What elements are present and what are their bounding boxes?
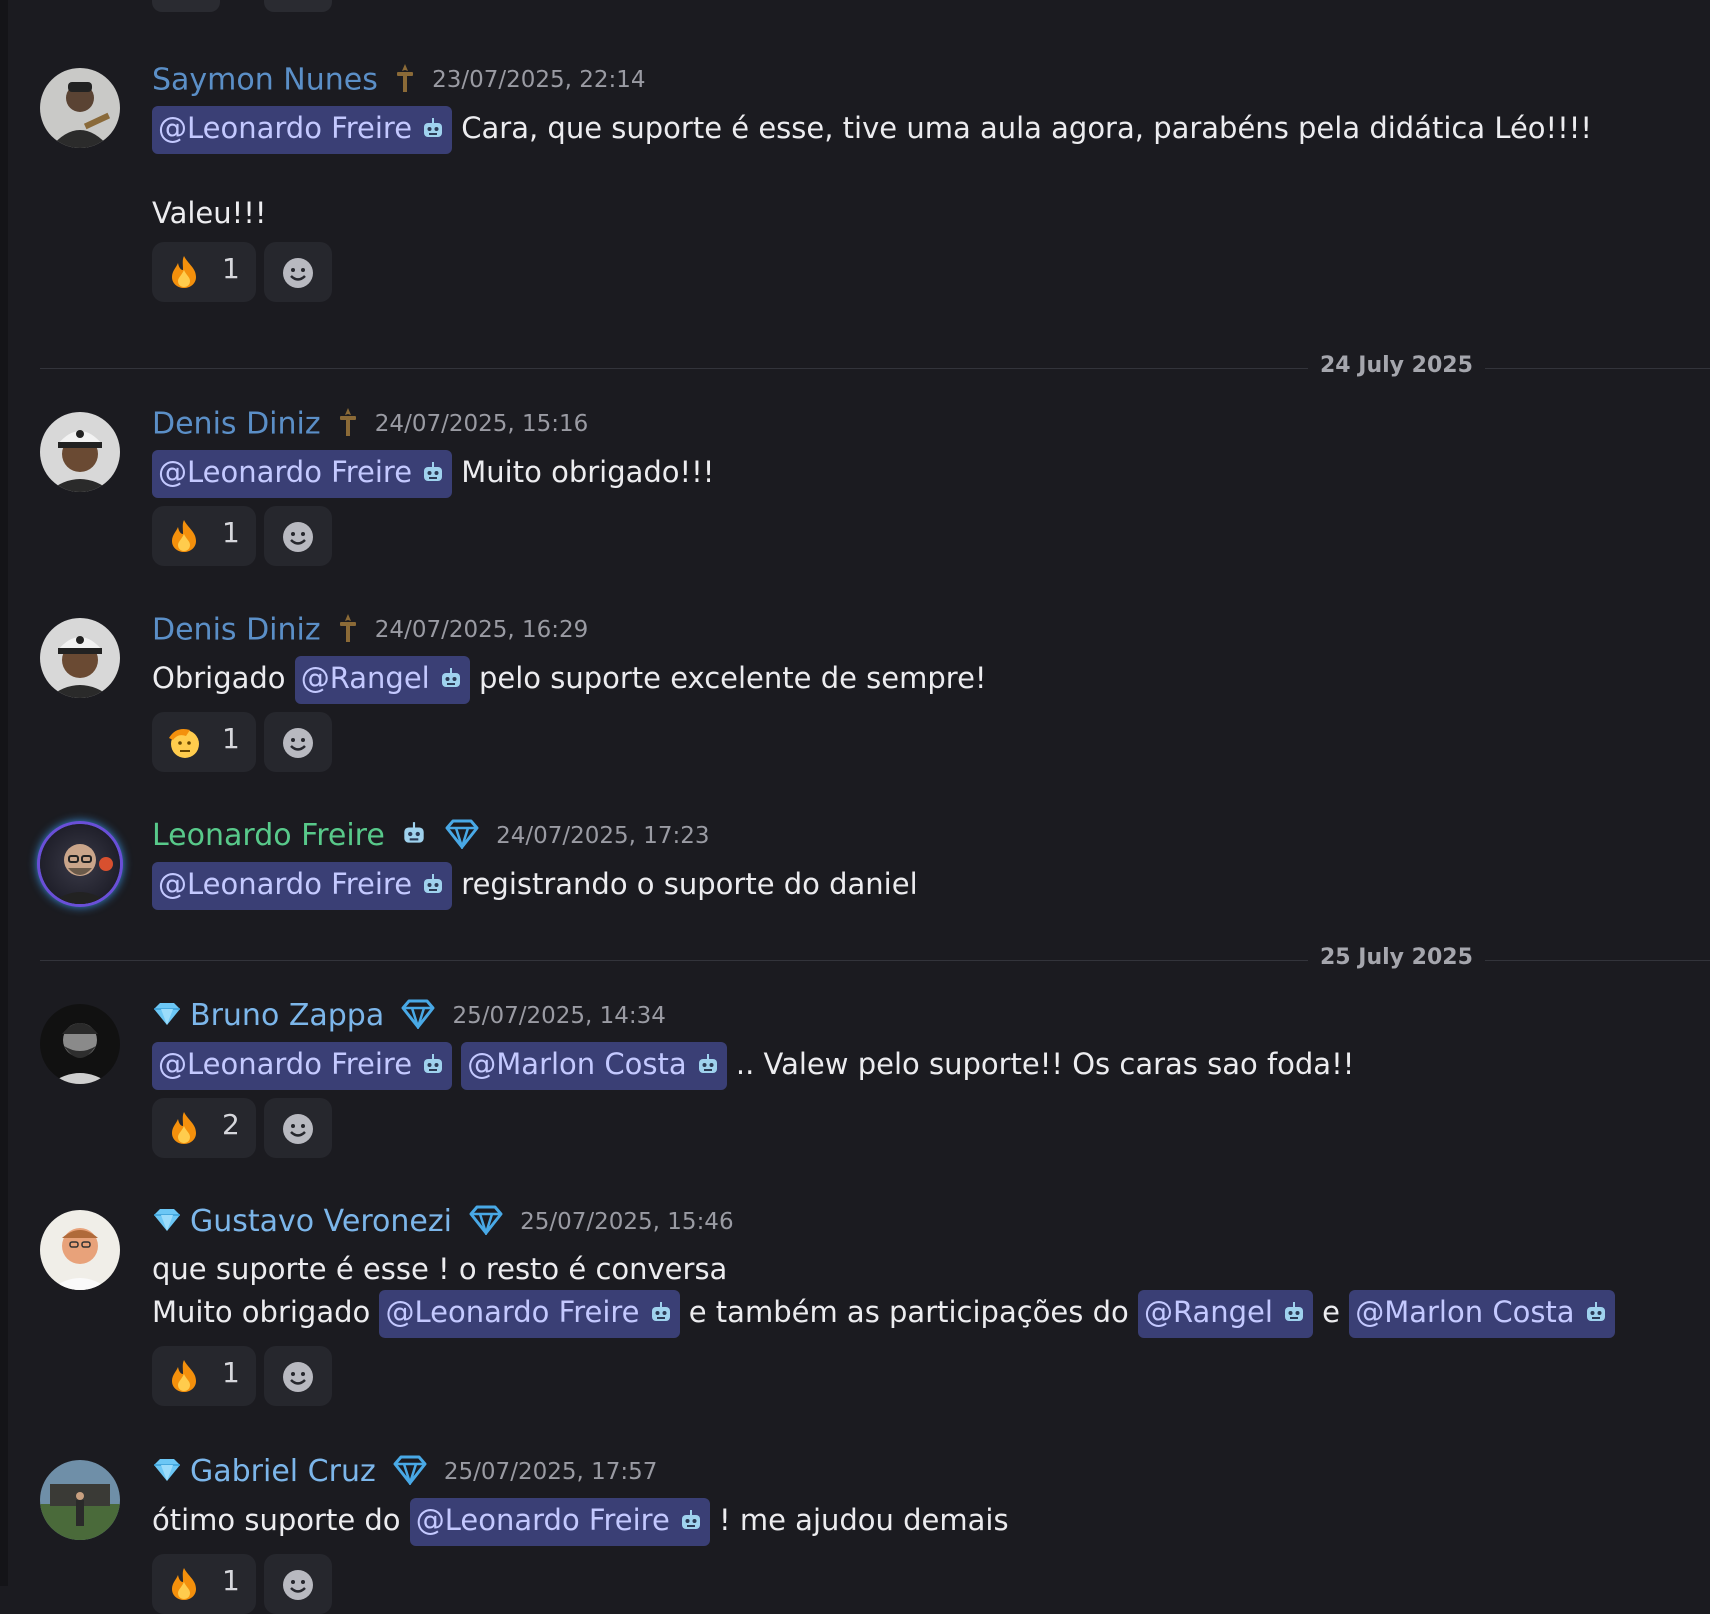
message-line: Obrigado @Rangel pelo suporte excelente …	[152, 656, 1670, 704]
author-name[interactable]: Denis Diniz	[152, 407, 321, 442]
reactions: 1	[152, 1346, 1670, 1406]
reactions: 1	[152, 242, 1670, 302]
left-edge	[0, 0, 8, 1586]
robot-icon	[438, 662, 464, 702]
author-name[interactable]: Gabriel Cruz	[190, 1454, 376, 1489]
reaction-fire[interactable]: 1	[152, 1346, 256, 1406]
smiley-icon	[281, 1360, 315, 1398]
author-name[interactable]: Gustavo Veronezi	[190, 1204, 452, 1239]
reactions: 1	[152, 712, 1670, 772]
reaction-salute[interactable]: 1	[152, 712, 256, 772]
reactions: 1	[152, 506, 1670, 566]
avatar[interactable]	[40, 618, 120, 698]
robot-icon	[1281, 1296, 1307, 1336]
add-reaction-partial[interactable]	[264, 0, 332, 12]
message-line: Valeu!!!	[152, 196, 267, 230]
date-divider: 24 July 2025	[40, 353, 1710, 378]
reactions: 1	[152, 1554, 1670, 1614]
timestamp[interactable]: 24/07/2025, 17:23	[496, 823, 709, 849]
smiley-icon	[281, 1112, 315, 1150]
mention[interactable]: @Leonardo Freire	[152, 450, 453, 498]
avatar[interactable]	[40, 1210, 120, 1290]
diamond-icon	[443, 819, 481, 853]
torch-badge-icon	[336, 612, 360, 648]
timestamp[interactable]: 23/07/2025, 22:14	[432, 67, 645, 93]
mention[interactable]: @Leonardo Freire	[152, 106, 453, 154]
gem-icon	[152, 1457, 182, 1487]
date-divider: 25 July 2025	[40, 945, 1710, 970]
reaction-fire[interactable]: 1	[152, 506, 256, 566]
message-line: Muito obrigado @Leonardo Freire e também…	[152, 1290, 1670, 1338]
torch-badge-icon	[336, 406, 360, 442]
robot-icon	[420, 868, 446, 908]
avatar[interactable]	[40, 412, 120, 492]
diamond-icon	[399, 999, 437, 1033]
smiley-icon	[281, 520, 315, 558]
date-divider-label: 24 July 2025	[1308, 353, 1485, 378]
add-reaction-button[interactable]	[264, 712, 332, 772]
timestamp[interactable]: 24/07/2025, 15:16	[375, 411, 588, 437]
reactions: 2	[152, 1098, 1670, 1158]
fire-icon	[166, 1566, 202, 1606]
message-line: @Leonardo Freire @Marlon Costa .. Valew …	[152, 1042, 1670, 1090]
add-reaction-button[interactable]	[264, 242, 332, 302]
robot-icon	[695, 1048, 721, 1088]
timestamp[interactable]: 25/07/2025, 15:46	[520, 1209, 733, 1235]
gem-icon	[152, 1001, 182, 1031]
smiley-icon	[281, 1568, 315, 1606]
robot-icon	[648, 1296, 674, 1336]
fire-icon	[166, 1110, 202, 1150]
message-line: ótimo suporte do @Leonardo Freire ! me a…	[152, 1498, 1670, 1546]
author-name[interactable]: Bruno Zappa	[190, 998, 384, 1033]
robot-icon	[400, 820, 428, 852]
message-line: @Leonardo Freire Cara, que suporte é ess…	[152, 106, 1670, 154]
avatar[interactable]	[40, 824, 120, 904]
torch-badge-icon	[393, 62, 417, 98]
author-name[interactable]: Saymon Nunes	[152, 63, 378, 98]
reaction-fire[interactable]: 2	[152, 1098, 256, 1158]
avatar[interactable]	[40, 1460, 120, 1540]
avatar[interactable]	[40, 1004, 120, 1084]
mention[interactable]: @Leonardo Freire	[152, 1042, 453, 1090]
message-line: @Leonardo Freire registrando o suporte d…	[152, 862, 1670, 910]
add-reaction-button[interactable]	[264, 1554, 332, 1614]
smiley-icon	[281, 726, 315, 764]
author-name[interactable]: Leonardo Freire	[152, 818, 385, 853]
add-reaction-button[interactable]	[264, 1346, 332, 1406]
reaction-fire[interactable]: 1	[152, 242, 256, 302]
fire-icon	[166, 1358, 202, 1398]
author-name[interactable]: Denis Diniz	[152, 613, 321, 648]
add-reaction-button[interactable]	[264, 1098, 332, 1158]
date-divider-label: 25 July 2025	[1308, 945, 1485, 970]
reaction-pill-partial[interactable]	[152, 0, 220, 12]
mention[interactable]: @Marlon Costa	[1349, 1290, 1615, 1338]
timestamp[interactable]: 25/07/2025, 17:57	[444, 1459, 657, 1485]
mention[interactable]: @Rangel	[1137, 1290, 1313, 1338]
robot-icon	[420, 1048, 446, 1088]
diamond-icon	[391, 1455, 429, 1489]
mention[interactable]: @Leonardo Freire	[409, 1498, 710, 1546]
mention[interactable]: @Leonardo Freire	[379, 1290, 680, 1338]
message-line: @Leonardo Freire Muito obrigado!!!	[152, 450, 1670, 498]
timestamp[interactable]: 24/07/2025, 16:29	[375, 617, 588, 643]
reaction-fire[interactable]: 1	[152, 1554, 256, 1614]
mention[interactable]: @Rangel	[294, 656, 470, 704]
timestamp[interactable]: 25/07/2025, 14:34	[452, 1003, 665, 1029]
robot-icon	[1583, 1296, 1609, 1336]
fire-icon	[166, 518, 202, 558]
diamond-icon	[467, 1205, 505, 1239]
mention[interactable]: @Leonardo Freire	[152, 862, 453, 910]
add-reaction-button[interactable]	[264, 506, 332, 566]
robot-icon	[678, 1504, 704, 1544]
fire-icon	[166, 254, 202, 294]
robot-icon	[420, 456, 446, 496]
saluting-face-icon	[166, 724, 202, 764]
smiley-icon	[281, 256, 315, 294]
robot-icon	[420, 112, 446, 152]
mention[interactable]: @Marlon Costa	[461, 1042, 727, 1090]
avatar[interactable]	[40, 68, 120, 148]
gem-icon	[152, 1207, 182, 1237]
message-line: que suporte é esse ! o resto é conversa	[152, 1252, 728, 1286]
